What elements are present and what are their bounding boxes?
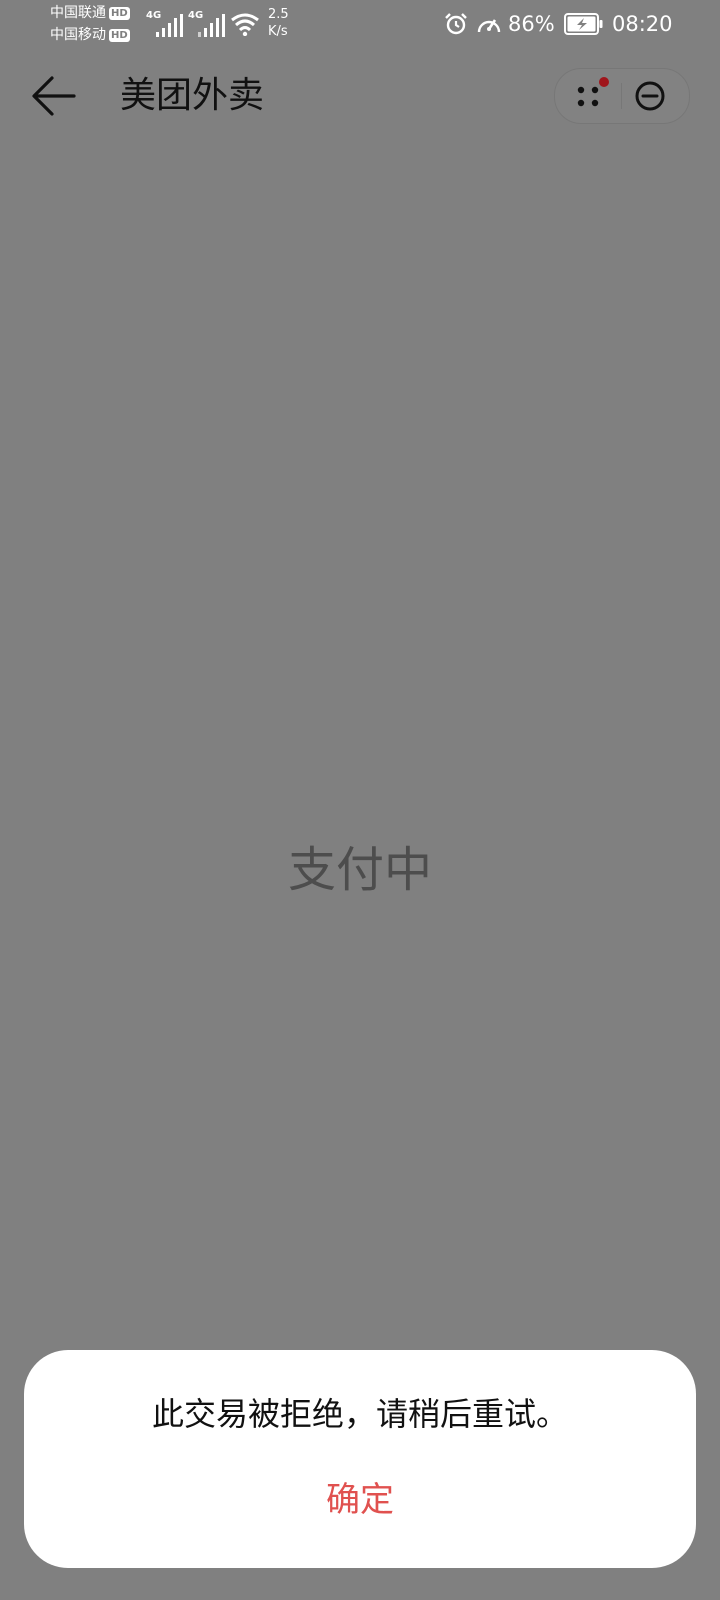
hd-badge-1: HD <box>109 6 130 20</box>
signal-1: 4G <box>146 10 184 38</box>
mini-program-capsule <box>554 68 690 124</box>
hd-badge-2: HD <box>109 28 130 42</box>
battery-charging-icon <box>564 13 603 35</box>
page-title: 美团外卖 <box>120 75 265 116</box>
notification-dot <box>599 77 609 87</box>
carrier-name-1: 中国联通 <box>50 5 106 21</box>
speedometer-icon <box>477 19 501 33</box>
signal-2: 4G <box>188 10 226 38</box>
status-bar: 中国联通 HD 中国移动 HD 4G 4G 2.5 K/s 86% 08:20 <box>0 0 720 48</box>
four-dots-icon <box>577 77 609 107</box>
capsule-divider <box>621 83 622 109</box>
alert-dialog: 此交易被拒绝，请稍后重试。 确定 <box>24 1350 696 1568</box>
net-speed: 2.5 K/s <box>268 6 289 40</box>
carrier-row-2: 中国移动 HD <box>50 24 138 46</box>
minus-circle-icon <box>635 81 665 111</box>
alarm-clock-icon <box>445 13 467 35</box>
battery-percent: 86% <box>508 12 555 36</box>
carrier-row-1: 中国联通 HD <box>50 2 138 24</box>
signal-bars-icon <box>198 14 225 37</box>
dialog-message: 此交易被拒绝，请稍后重试。 <box>151 1395 568 1433</box>
net-speed-unit: K/s <box>268 24 288 39</box>
arrow-left-icon <box>32 76 76 116</box>
payment-status-text: 支付中 <box>287 842 432 898</box>
clock: 08:20 <box>612 12 673 36</box>
carrier-name-2: 中国移动 <box>50 27 106 43</box>
close-mini-program-button[interactable] <box>631 77 677 115</box>
wifi-icon <box>231 13 259 36</box>
carrier-info: 中国联通 HD 中国移动 HD <box>50 2 138 46</box>
signal-bars-icon <box>156 14 183 37</box>
net-speed-value: 2.5 <box>268 7 289 22</box>
more-button[interactable] <box>569 77 615 115</box>
back-button[interactable] <box>28 72 84 120</box>
header: 美团外卖 <box>0 60 720 130</box>
confirm-button[interactable]: 确定 <box>260 1468 460 1532</box>
